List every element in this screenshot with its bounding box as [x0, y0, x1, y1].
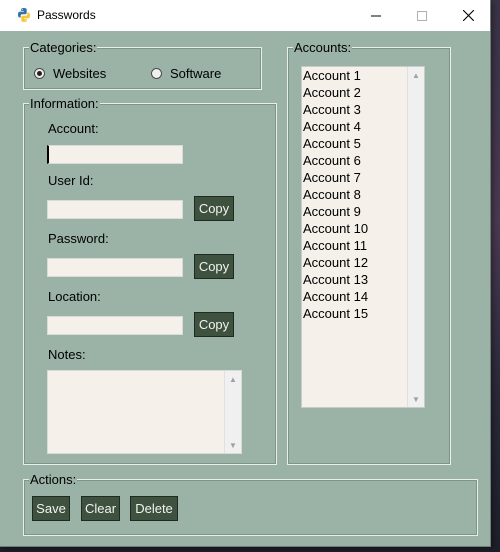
accounts-scrollbar[interactable]: ▲ ▼ [407, 67, 424, 407]
clear-button[interactable]: Clear [81, 496, 120, 521]
location-label: Location: [48, 289, 101, 304]
user-id-input[interactable] [47, 200, 183, 219]
websites-radio[interactable]: Websites [34, 66, 106, 81]
account-list-item[interactable]: Account 14 [303, 288, 424, 305]
maximize-icon [417, 10, 427, 21]
notes-scrollbar[interactable]: ▲ ▼ [224, 371, 241, 453]
actions-label: Actions: [29, 472, 78, 487]
radio-unchecked-icon [151, 68, 162, 79]
account-list-item[interactable]: Account 15 [303, 305, 424, 322]
copy-location-button[interactable]: Copy [194, 312, 234, 337]
radio-checked-icon [34, 68, 45, 79]
maximize-button[interactable] [399, 0, 445, 31]
password-input[interactable] [47, 258, 183, 277]
categories-group: Categories: Websites Software [23, 40, 262, 90]
account-list-item[interactable]: Account 8 [303, 186, 424, 203]
copy-password-button[interactable]: Copy [194, 254, 234, 279]
copy-user-id-button[interactable]: Copy [194, 196, 234, 221]
minimize-button[interactable] [353, 0, 399, 31]
accounts-group: Accounts: Account 1 Account 2 Account 3 Acc… [287, 40, 451, 465]
account-list-item[interactable]: Account 12 [303, 254, 424, 271]
account-list-item[interactable]: Account 4 [303, 118, 424, 135]
location-input[interactable] [47, 316, 183, 335]
account-label: Account: [48, 121, 99, 136]
account-input[interactable] [47, 145, 183, 164]
information-label: Information: [29, 96, 100, 111]
software-radio[interactable]: Software [151, 66, 221, 81]
account-list-item[interactable]: Account 2 [303, 84, 424, 101]
accounts-items: Account 1 Account 2 Account 3 Account 4 Acco… [302, 67, 424, 322]
actions-group: Actions: Save Clear Delete [23, 472, 478, 536]
websites-label: Websites [53, 66, 107, 81]
account-list-item[interactable]: Account 1 [303, 67, 424, 84]
save-button[interactable]: Save [32, 496, 70, 521]
window-title: Passwords [37, 8, 96, 22]
delete-button[interactable]: Delete [130, 496, 178, 521]
software-label: Software [170, 66, 222, 81]
information-group: Information: Account: User Id: Copy Pass… [23, 96, 277, 465]
account-list-item[interactable]: Account 13 [303, 271, 424, 288]
close-icon [462, 10, 474, 21]
scroll-up-icon[interactable]: ▲ [408, 68, 424, 82]
passwords-window: Passwords Categories: Websites Software … [0, 0, 491, 547]
close-button[interactable] [445, 0, 491, 31]
account-list-item[interactable]: Account 3 [303, 101, 424, 118]
scroll-down-icon[interactable]: ▼ [225, 438, 241, 452]
account-list-item[interactable]: Account 9 [303, 203, 424, 220]
scroll-up-icon[interactable]: ▲ [225, 372, 241, 386]
user-id-label: User Id: [48, 173, 94, 188]
accounts-label: Accounts: [293, 40, 353, 55]
account-list-item[interactable]: Account 10 [303, 220, 424, 237]
account-list-item[interactable]: Account 7 [303, 169, 424, 186]
notes-label: Notes: [48, 347, 86, 362]
title-bar[interactable]: Passwords [0, 0, 490, 31]
categories-label: Categories: [29, 40, 98, 55]
password-label: Password: [48, 231, 109, 246]
scroll-down-icon[interactable]: ▼ [408, 392, 424, 406]
python-icon [16, 7, 32, 23]
account-list-item[interactable]: Account 11 [303, 237, 424, 254]
accounts-listbox[interactable]: Account 1 Account 2 Account 3 Account 4 Acco… [301, 66, 425, 408]
notes-textarea[interactable]: ▲ ▼ [47, 370, 242, 454]
account-list-item[interactable]: Account 6 [303, 152, 424, 169]
minimize-icon [371, 15, 381, 16]
account-list-item[interactable]: Account 5 [303, 135, 424, 152]
